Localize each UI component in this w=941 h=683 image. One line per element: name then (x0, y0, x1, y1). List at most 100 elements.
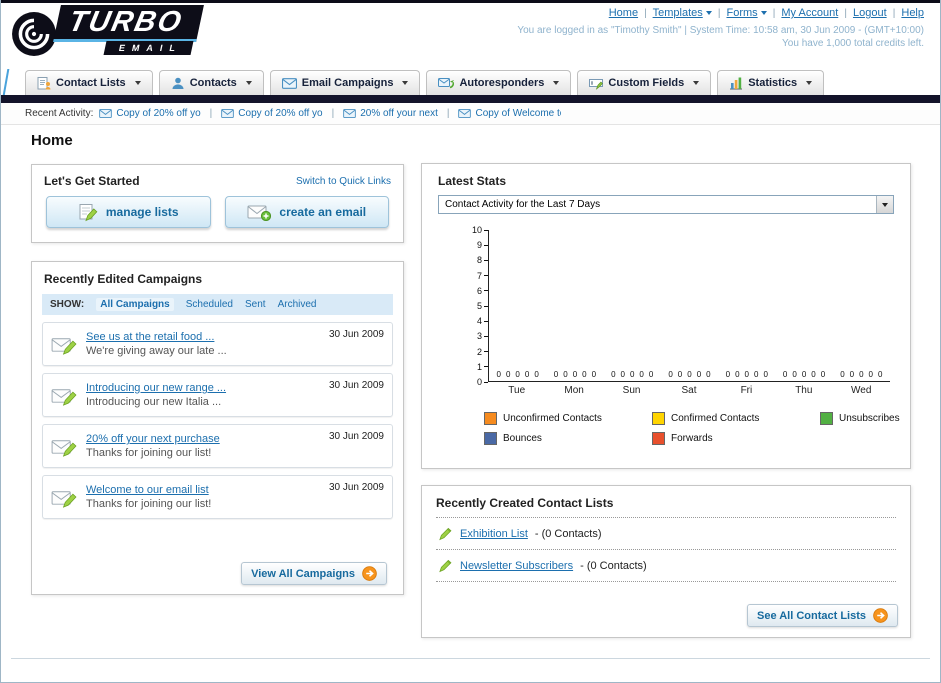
top-nav-my-account[interactable]: My Account (781, 7, 838, 19)
campaign-date: 30 Jun 2009 (328, 329, 384, 340)
x-axis-label: Fri (740, 385, 753, 396)
legend-label: Bounces (503, 433, 542, 444)
get-started-panel: Let's Get Started Switch to Quick Links … (31, 164, 404, 243)
campaign-subtitle: Thanks for joining our list! (86, 498, 212, 510)
compose-envelope-icon (51, 388, 77, 406)
campaign-text: Welcome to our email list Thanks for joi… (86, 484, 211, 510)
y-tick-label: 7 (477, 271, 488, 280)
button-label: View All Campaigns (251, 567, 355, 580)
arrow-circle-icon (362, 566, 377, 581)
bar-value-label: 0 (563, 370, 568, 379)
compose-envelope-icon (51, 439, 77, 457)
recent-activity-item[interactable]: 20% off your next (343, 108, 438, 119)
bar-value-label: 0 (668, 370, 673, 379)
stats-period-select[interactable]: Contact Activity for the Last 7 Days (438, 195, 894, 214)
chevron-down-icon (402, 81, 409, 85)
campaign-title-link[interactable]: See us at the retail food ... (86, 331, 227, 343)
chart-legend: Unconfirmed Contacts Confirmed Contacts Un… (484, 412, 910, 445)
button-label: create an email (279, 205, 367, 219)
contact-list-link[interactable]: Exhibition List (460, 528, 528, 540)
contact-list-count: - (0 Contacts) (534, 527, 602, 540)
select-dropdown-button[interactable] (876, 196, 893, 213)
bar-value-label: 0 (878, 370, 883, 379)
top-nav-templates[interactable]: Templates (653, 7, 712, 19)
tab-custom-fields[interactable]: Custom Fields (577, 70, 712, 95)
contact-list-link[interactable]: Newsletter Subscribers (460, 560, 573, 572)
campaign-item: See us at the retail food ... We're givi… (42, 322, 393, 366)
tab-label: Custom Fields (608, 77, 685, 89)
x-axis-label: Thu (795, 385, 813, 396)
switch-quick-links-link[interactable]: Switch to Quick Links (296, 176, 391, 187)
filter-all-campaigns[interactable]: All Campaigns (96, 298, 174, 311)
view-all-campaigns-button[interactable]: View All Campaigns (241, 562, 387, 585)
y-tick-label: 9 (477, 241, 488, 250)
tab-label: Statistics (748, 77, 798, 89)
x-axis-label: Sun (622, 385, 641, 396)
bar-value-label: 0 (639, 370, 644, 379)
top-nav-logout[interactable]: Logout (853, 7, 887, 19)
legend-label: Confirmed Contacts (671, 413, 760, 424)
legend-label: Unconfirmed Contacts (503, 413, 602, 424)
show-label: SHOW: (50, 299, 85, 310)
filter-sent[interactable]: Sent (245, 299, 266, 310)
recent-activity-item[interactable]: Copy of 20% off yo (99, 108, 201, 119)
recent-activity-item[interactable]: Copy of Welcome to (458, 108, 561, 119)
legend-swatch (820, 412, 833, 425)
top-nav-home[interactable]: Home (609, 7, 638, 19)
bar-value-label: 0 (591, 370, 597, 379)
campaign-title-link[interactable]: Welcome to our email list (86, 484, 211, 496)
x-axis-label: Sat (681, 385, 697, 396)
legend-swatch (652, 432, 665, 445)
campaign-title-link[interactable]: Introducing our new range ... (86, 382, 226, 394)
recent-campaigns-panel: Recently Edited Campaigns SHOW: All Camp… (31, 261, 404, 595)
bar-value-label: 0 (782, 370, 788, 379)
y-tick-label: 3 (477, 332, 488, 341)
tab-contacts[interactable]: Contacts (158, 70, 264, 95)
bar-value-label: 0 (801, 370, 807, 379)
contact-activity-chart: 10 9 8 7 6 5 4 3 2 1 0 000000000000000000000000000… (422, 226, 910, 396)
tab-statistics[interactable]: Statistics (717, 70, 825, 95)
separator: | (644, 8, 647, 19)
recent-activity-item[interactable]: Copy of 20% off yo (221, 108, 323, 119)
bar-value-label: 0 (648, 370, 654, 379)
bar-value-label: 0 (840, 370, 845, 379)
filter-scheduled[interactable]: Scheduled (186, 299, 233, 310)
recent-activity-text: Copy of Welcome to (475, 108, 562, 119)
panel-title: Latest Stats (438, 174, 507, 188)
campaign-title-link[interactable]: 20% off your next purchase (86, 433, 220, 445)
top-nav-forms[interactable]: Forms (726, 7, 767, 19)
app-window: TURBO EMAIL Home | Templates | Forms | M… (0, 0, 941, 683)
separator: | (892, 8, 896, 19)
button-label: manage lists (105, 205, 179, 219)
y-tick-label: 4 (477, 317, 488, 326)
app-logo[interactable]: TURBO EMAIL (11, 5, 205, 57)
top-nav-help[interactable]: Help (901, 7, 924, 19)
bar-value-label: 0 (687, 370, 692, 379)
tab-contact-lists[interactable]: Contact Lists (25, 70, 153, 95)
x-axis-label: Mon (564, 385, 584, 396)
arrow-circle-icon (873, 608, 888, 623)
y-tick-label: 10 (472, 226, 488, 235)
panel-head: Let's Get Started Switch to Quick Links (32, 165, 403, 188)
contact-lists-icon (37, 77, 51, 90)
campaign-text: See us at the retail food ... We're givi… (86, 331, 227, 357)
contact-list-item: Newsletter Subscribers - (0 Contacts) (436, 550, 896, 582)
filter-archived[interactable]: Archived (278, 299, 317, 310)
tab-autoresponders[interactable]: Autoresponders (426, 70, 572, 95)
tab-email-campaigns[interactable]: Email Campaigns (269, 70, 421, 95)
see-all-contact-lists-button[interactable]: See All Contact Lists (746, 604, 898, 627)
chevron-down-icon (806, 81, 813, 85)
create-email-button[interactable]: create an email (224, 196, 389, 228)
separator: | (209, 108, 213, 119)
contact-list-item: Exhibition List - (0 Contacts) (436, 518, 896, 550)
manage-lists-button[interactable]: manage lists (46, 196, 211, 228)
campaign-subtitle: We're giving away our late ... (86, 345, 227, 357)
legend-item: Unconfirmed Contacts (484, 412, 652, 425)
envelope-icon (99, 109, 113, 118)
bar-value-label: 0 (620, 370, 625, 379)
panel-title: Let's Get Started (44, 174, 140, 188)
campaign-subtitle: Thanks for joining our list! (86, 447, 212, 459)
email-campaigns-icon (281, 77, 297, 89)
recent-activity-text: Copy of 20% off yo (116, 108, 201, 119)
separator: | (331, 108, 335, 119)
